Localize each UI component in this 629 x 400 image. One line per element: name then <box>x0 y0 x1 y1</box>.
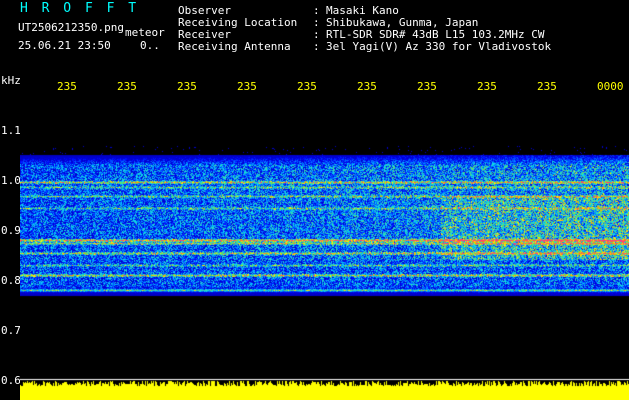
spectrogram <box>20 100 629 370</box>
info-sep: : <box>313 4 320 17</box>
x-tick-label: 235 <box>357 80 377 93</box>
y-axis-unit: kHz <box>1 74 21 87</box>
date-time: 25.06.21 23:50 <box>18 39 111 52</box>
x-tick-label: 235 <box>537 80 557 93</box>
x-tick-label: 235 <box>237 80 257 93</box>
x-tick-label: 235 <box>57 80 77 93</box>
y-tick-label: 0.6 <box>1 374 21 387</box>
info-sep: : <box>313 28 320 41</box>
x-tick-label: 235 <box>477 80 497 93</box>
info-sep: : <box>313 16 320 29</box>
info-value: RTL-SDR SDR# 43dB L15 103.2MHz CW <box>326 28 545 41</box>
file-suffix: meteor <box>125 26 165 39</box>
x-tick-label: 235 <box>177 80 197 93</box>
x-tick-label: 0000 <box>597 80 624 93</box>
x-tick-label: 235 <box>417 80 437 93</box>
y-tick-label: 0.9 <box>1 224 21 237</box>
y-tick-label: 1.0 <box>1 174 21 187</box>
info-value: Shibukawa, Gunma, Japan <box>326 16 479 29</box>
info-label: Receiver <box>178 28 231 41</box>
info-label: Receiving Location <box>178 16 298 29</box>
hrofft-window: { "app": { "name": "H R O F F T", "file_… <box>0 0 629 400</box>
info-sep: : <box>313 40 320 53</box>
file-name: UT2506212350.png <box>18 21 124 34</box>
x-tick-label: 235 <box>117 80 137 93</box>
y-tick-label: 1.1 <box>1 124 21 137</box>
info-label: Observer <box>178 4 231 17</box>
extra-indicator: 0.. <box>140 39 160 52</box>
info-value: Masaki Kano <box>326 4 399 17</box>
y-tick-label: 0.7 <box>1 324 21 337</box>
x-tick-label: 235 <box>297 80 317 93</box>
y-tick-label: 0.8 <box>1 274 21 287</box>
info-label: Receiving Antenna <box>178 40 291 53</box>
info-value: 3el Yagi(V) Az 330 for Vladivostok <box>326 40 552 53</box>
amplitude-strip <box>20 370 629 400</box>
app-title: H R O F F T <box>20 1 140 16</box>
